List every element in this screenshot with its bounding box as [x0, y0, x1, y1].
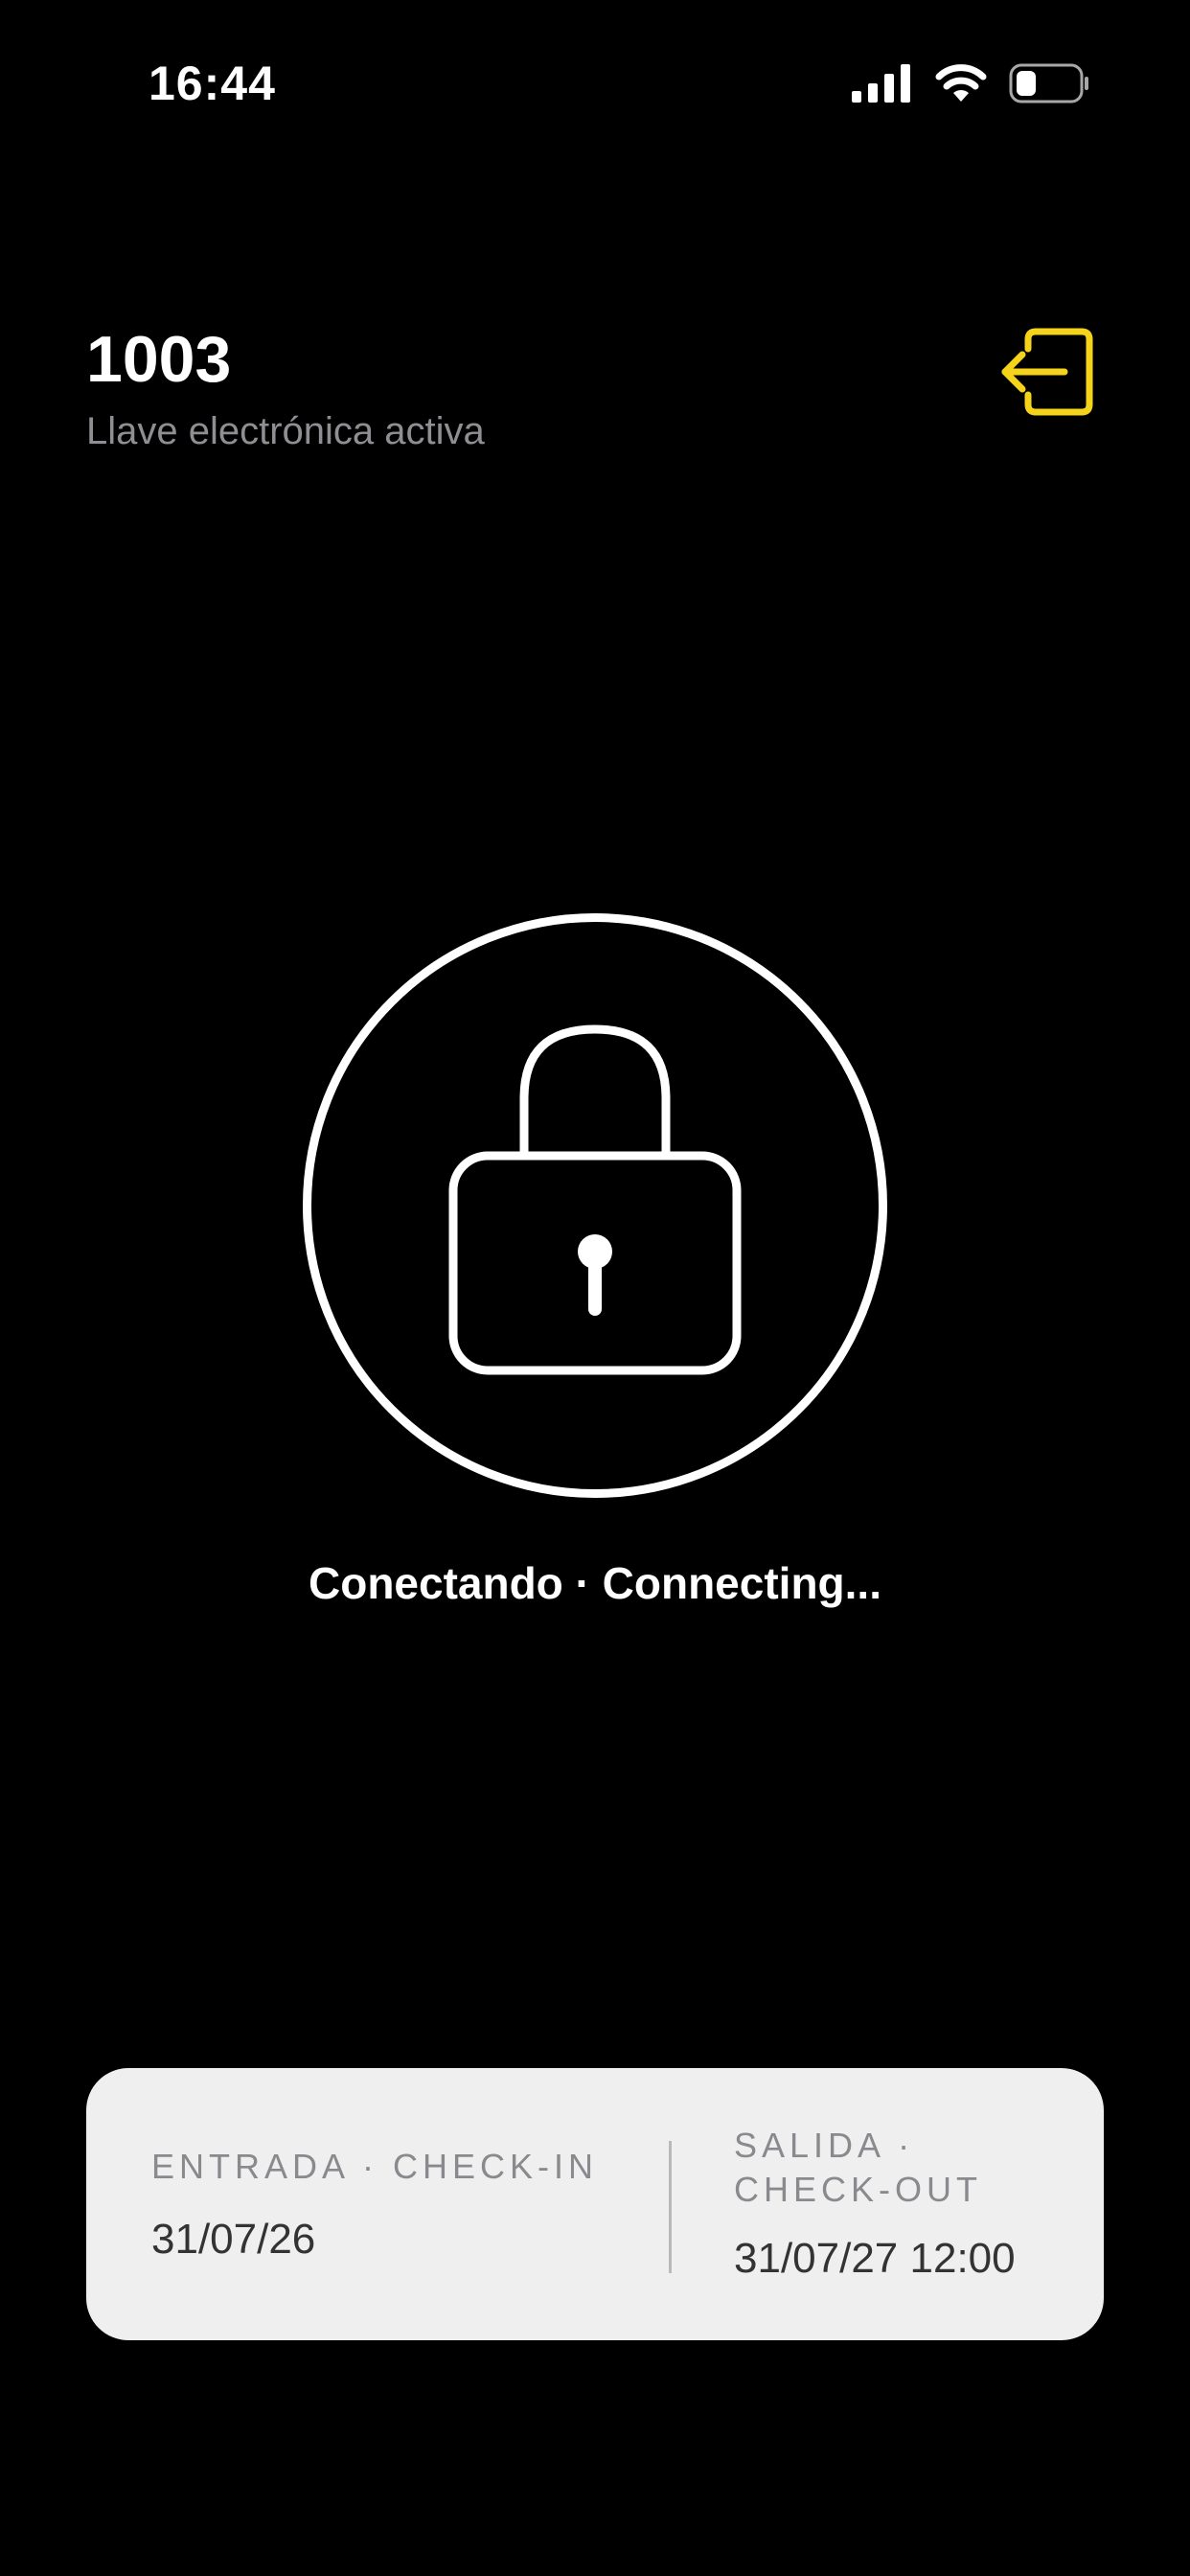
room-number: 1003: [86, 323, 232, 396]
unlock-button[interactable]: [303, 913, 887, 1498]
signal-icon: [852, 63, 913, 107]
card-divider: [669, 2141, 672, 2273]
checkin-date: 31/07/26: [151, 2216, 316, 2263]
checkin-section: ENTRADA · CHECK-IN 31/07/26: [151, 2068, 630, 2340]
status-time: 16:44: [149, 57, 276, 110]
status-icons: [852, 61, 1089, 109]
checkin-label: ENTRADA · CHECK-IN: [151, 2147, 599, 2186]
battery-icon: [1009, 63, 1089, 108]
checkout-section: SALIDA · CHECK-OUT 31/07/27 12:00: [734, 2068, 1079, 2340]
checkout-label: SALIDA · CHECK-OUT: [734, 2126, 982, 2209]
logout-button[interactable]: [989, 321, 1104, 426]
lock-icon: [442, 1022, 748, 1391]
checkout-date: 31/07/27 12:00: [734, 2235, 1016, 2282]
key-status-subtitle: Llave electrónica activa: [86, 410, 485, 452]
connection-status: Conectando · Connecting...: [309, 1558, 881, 1608]
header: 1003 Llave electrónica activa: [86, 321, 1104, 455]
logout-icon: [994, 324, 1099, 425]
stay-dates-card: ENTRADA · CHECK-IN 31/07/26 SALIDA · CHE…: [86, 2068, 1104, 2340]
status-bar: 16:44: [0, 0, 1190, 172]
wifi-icon: [934, 63, 988, 108]
